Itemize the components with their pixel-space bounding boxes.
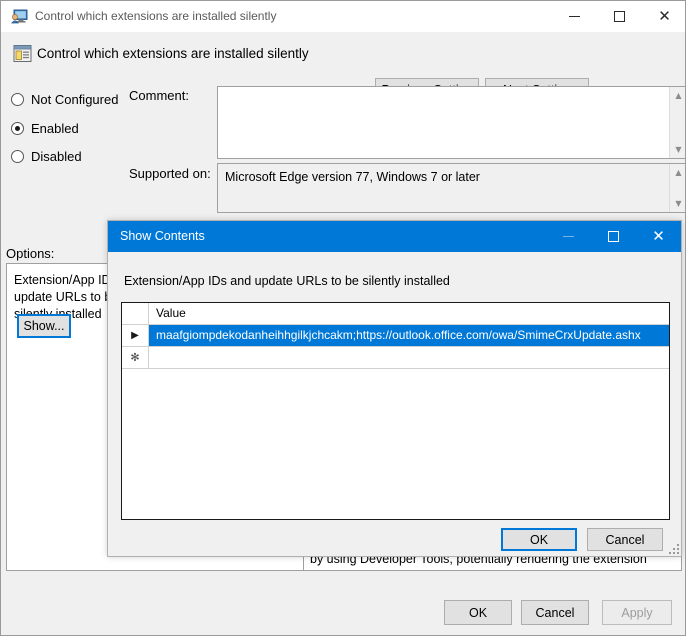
supported-on-label: Supported on: xyxy=(129,166,211,181)
radio-label-not-configured: Not Configured xyxy=(31,92,119,107)
scroll-down-icon[interactable]: ▼ xyxy=(670,195,685,212)
policy-setting-monitor-icon xyxy=(11,8,28,25)
setting-title: Control which extensions are installed s… xyxy=(37,46,309,61)
grid-column-header-value: Value xyxy=(156,306,186,320)
window-close-button[interactable]: ✕ xyxy=(642,1,685,32)
options-label: Options: xyxy=(6,246,55,261)
comment-scrollbar[interactable]: ▲ ▼ xyxy=(669,87,685,158)
maximize-icon xyxy=(608,231,619,242)
radio-label-disabled: Disabled xyxy=(31,149,82,164)
group-policy-setting-window: Control which extensions are installed s… xyxy=(0,0,686,636)
dialog-maximize-button[interactable] xyxy=(591,221,636,252)
cell-value[interactable]: maafgiompdekodanheihhgilkjchcakm;https:/… xyxy=(149,325,669,346)
ok-button[interactable]: OK xyxy=(444,600,512,625)
table-row[interactable]: ✻ xyxy=(122,347,669,369)
close-icon: ✕ xyxy=(658,7,671,25)
scroll-up-icon[interactable]: ▲ xyxy=(670,164,685,181)
supported-on-scrollbar[interactable]: ▲ ▼ xyxy=(669,164,685,212)
comment-label: Comment: xyxy=(129,88,189,103)
window-title: Control which extensions are installed s… xyxy=(35,9,277,23)
dialog-description: Extension/App IDs and update URLs to be … xyxy=(124,274,450,288)
minimize-icon xyxy=(563,236,574,237)
table-row[interactable]: ▶ maafgiompdekodanheihhgilkjchcakm;https… xyxy=(122,325,669,347)
minimize-icon xyxy=(569,16,580,17)
radio-not-configured[interactable]: Not Configured xyxy=(11,92,118,107)
grid-header-row: Value xyxy=(122,303,669,325)
dialog-titlebar: Show Contents ✕ xyxy=(108,221,681,252)
radio-disabled[interactable]: Disabled xyxy=(11,149,82,164)
grid-corner-header xyxy=(122,303,149,324)
radio-enabled[interactable]: Enabled xyxy=(11,121,79,136)
main-titlebar: Control which extensions are installed s… xyxy=(1,1,685,32)
supported-on-value: Microsoft Edge version 77, Windows 7 or … xyxy=(225,170,480,184)
cancel-button[interactable]: Cancel xyxy=(521,600,589,625)
window-maximize-button[interactable] xyxy=(597,1,642,32)
show-button[interactable]: Show... xyxy=(17,314,71,338)
resize-grip[interactable] xyxy=(667,542,679,554)
values-grid[interactable]: Value ▶ maafgiompdekodanheihhgilkjchcakm… xyxy=(121,302,670,520)
radio-icon-disabled xyxy=(11,150,24,163)
dialog-title: Show Contents xyxy=(120,229,205,243)
dialog-close-button[interactable]: ✕ xyxy=(636,221,681,252)
window-minimize-button[interactable] xyxy=(552,1,597,32)
dialog-cancel-button[interactable]: Cancel xyxy=(587,528,663,551)
scroll-down-icon[interactable]: ▼ xyxy=(670,141,685,158)
row-selector-current[interactable]: ▶ xyxy=(122,325,149,346)
cell-value[interactable] xyxy=(149,347,669,368)
show-contents-dialog: Show Contents ✕ Extension/App IDs and up… xyxy=(107,220,682,557)
group-policy-setting-icon xyxy=(13,44,32,63)
radio-icon-enabled xyxy=(11,122,24,135)
radio-icon-not-configured xyxy=(11,93,24,106)
radio-label-enabled: Enabled xyxy=(31,121,79,136)
dialog-ok-button[interactable]: OK xyxy=(501,528,577,551)
maximize-icon xyxy=(614,11,625,22)
comment-input[interactable]: ▲ ▼ xyxy=(217,86,685,159)
setting-header: Control which extensions are installed s… xyxy=(1,32,685,102)
dialog-minimize-button xyxy=(546,221,591,252)
row-selector-new[interactable]: ✻ xyxy=(122,347,149,368)
close-icon: ✕ xyxy=(652,227,665,245)
supported-on-field: Microsoft Edge version 77, Windows 7 or … xyxy=(217,163,685,213)
apply-button: Apply xyxy=(602,600,672,625)
scroll-up-icon[interactable]: ▲ xyxy=(670,87,685,104)
asterisk-icon: ✻ xyxy=(130,351,140,364)
caret-right-icon: ▶ xyxy=(131,329,139,341)
